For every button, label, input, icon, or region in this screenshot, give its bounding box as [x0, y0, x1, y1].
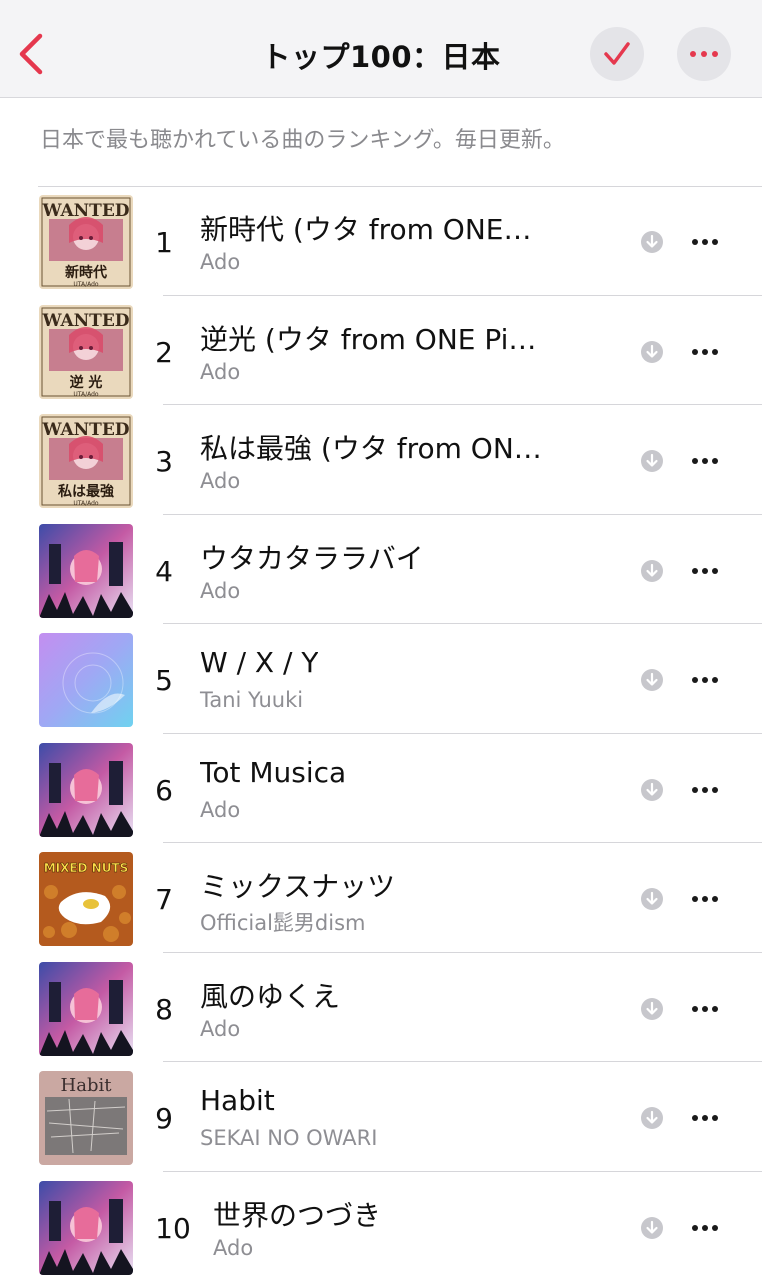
track-artist: Tani Yuuki: [200, 688, 304, 712]
album-art: [39, 742, 133, 837]
download-icon[interactable]: [640, 668, 664, 692]
track-title: Habit: [200, 1084, 275, 1117]
track-rank: 8: [155, 992, 173, 1026]
album-art: [39, 633, 133, 727]
track-list: WANTED 新時代 UTA/Ado 1 新時代 (ウタ from ONE… A…: [0, 186, 762, 1280]
track-more-button[interactable]: [688, 449, 722, 473]
track-row[interactable]: 6 Tot Musica Ado: [0, 734, 762, 843]
track-title: 逆光 (ウタ from ONE Pi…: [200, 322, 537, 356]
album-art: MIXED NUTS: [39, 852, 133, 946]
track-artist: Ado: [200, 797, 241, 822]
track-title: 風のゆくえ: [200, 979, 341, 1013]
track-rank: 6: [155, 773, 173, 807]
track-more-button[interactable]: [688, 230, 722, 254]
playlist-description: 日本で最も聴かれている曲のランキング。毎日更新。: [40, 128, 565, 153]
download-icon[interactable]: [640, 997, 664, 1021]
svg-text:Habit: Habit: [61, 1075, 113, 1096]
track-title: ミックスナッツ: [200, 870, 396, 903]
track-row[interactable]: Habit 9 Habit SEKAI NO OWARI: [0, 1062, 762, 1172]
track-row[interactable]: WANTED 新時代 UTA/Ado 1 新時代 (ウタ from ONE… A…: [0, 186, 762, 296]
track-rank: 4: [155, 554, 173, 588]
track-row[interactable]: WANTED 私は最強 UTA/Ado 3 私は最強 (ウタ from ON… …: [0, 405, 762, 515]
track-artist: Ado: [200, 1016, 241, 1041]
svg-text:逆 光: 逆 光: [70, 374, 103, 391]
album-art: Habit: [39, 1071, 133, 1165]
album-art: [39, 1180, 133, 1275]
navigation-bar: トップ100：日本: [0, 0, 762, 98]
download-icon[interactable]: [640, 1106, 664, 1130]
album-art: WANTED 逆 光 UTA/Ado: [39, 304, 133, 399]
track-row[interactable]: 8 風のゆくえ Ado: [0, 953, 762, 1062]
track-title: 新時代 (ウタ from ONE…: [200, 213, 532, 246]
track-rank: 10: [155, 1211, 191, 1245]
track-row[interactable]: WANTED 逆 光 UTA/Ado 2 逆光 (ウタ from ONE Pi……: [0, 296, 762, 405]
svg-text:新時代: 新時代: [65, 264, 107, 281]
track-title: ウタカタララバイ: [200, 541, 424, 575]
more-options-button[interactable]: [677, 27, 731, 81]
track-title: Tot Musica: [200, 755, 347, 789]
download-icon[interactable]: [640, 449, 664, 473]
track-rank: 2: [155, 335, 173, 369]
svg-text:私は最強: 私は最強: [58, 483, 114, 500]
album-art: WANTED 私は最強 UTA/Ado: [39, 414, 133, 508]
track-more-button[interactable]: [688, 1106, 722, 1130]
track-more-button[interactable]: [688, 1216, 722, 1240]
track-more-button[interactable]: [688, 668, 722, 692]
download-icon[interactable]: [640, 1216, 664, 1240]
track-artist: Ado: [200, 469, 241, 493]
track-artist: Ado: [200, 359, 241, 384]
ellipsis-icon: [690, 51, 718, 57]
track-row[interactable]: 4 ウタカタララバイ Ado: [0, 515, 762, 624]
album-art: WANTED 新時代 UTA/Ado: [39, 195, 133, 289]
track-title: 私は最強 (ウタ from ON…: [200, 432, 542, 465]
track-more-button[interactable]: [688, 887, 722, 911]
download-icon[interactable]: [640, 340, 664, 364]
track-row[interactable]: MIXED NUTS 7 ミックスナッツ Official髭男dism: [0, 843, 762, 953]
svg-text:UTA/Ado: UTA/Ado: [73, 281, 99, 288]
track-title: 世界のつづき: [213, 1198, 382, 1232]
svg-text:UTA/Ado: UTA/Ado: [73, 500, 99, 507]
track-row[interactable]: 10 世界のつづき Ado: [0, 1172, 762, 1280]
track-more-button[interactable]: [688, 778, 722, 802]
track-row[interactable]: 5 W / X / Y Tani Yuuki: [0, 624, 762, 734]
track-rank: 9: [155, 1102, 173, 1135]
track-title: W / X / Y: [200, 646, 319, 679]
track-more-button[interactable]: [688, 340, 722, 364]
track-more-button[interactable]: [688, 559, 722, 583]
album-art: [39, 523, 133, 618]
track-artist: Ado: [213, 1235, 254, 1260]
track-rank: 7: [155, 883, 173, 916]
download-icon[interactable]: [640, 559, 664, 583]
track-rank: 5: [155, 664, 173, 697]
svg-text:UTA/Ado: UTA/Ado: [73, 391, 99, 398]
svg-text:MIXED NUTS: MIXED NUTS: [44, 861, 129, 875]
track-artist: Ado: [200, 578, 241, 603]
album-art: [39, 961, 133, 1056]
download-icon[interactable]: [640, 778, 664, 802]
track-artist: Ado: [200, 250, 241, 274]
download-icon[interactable]: [640, 887, 664, 911]
select-button[interactable]: [590, 27, 644, 81]
track-more-button[interactable]: [688, 997, 722, 1021]
track-artist: SEKAI NO OWARI: [200, 1126, 378, 1150]
track-rank: 3: [155, 445, 173, 478]
track-rank: 1: [155, 226, 173, 259]
page-title: トップ100：日本: [261, 40, 501, 74]
checkmark-icon: [604, 42, 630, 65]
download-icon[interactable]: [640, 230, 664, 254]
track-artist: Official髭男dism: [200, 911, 366, 935]
